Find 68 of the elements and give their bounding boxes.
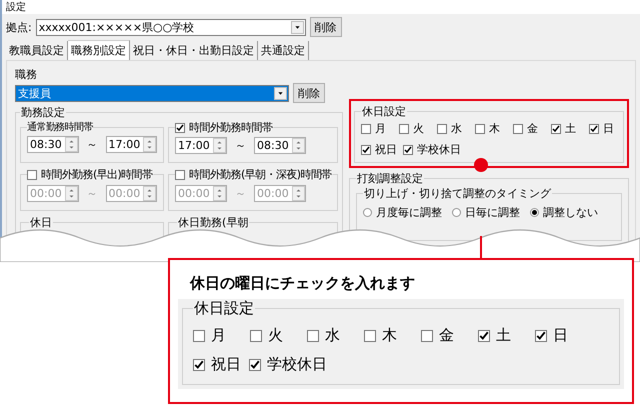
group-title: 休日 xyxy=(30,216,52,228)
spinner-icon[interactable] xyxy=(64,137,78,152)
day-checkbox[interactable]: 月 xyxy=(361,121,386,136)
caret-icon xyxy=(290,20,304,34)
delete-button[interactable]: 削除 xyxy=(293,83,325,103)
radio-button[interactable]: 月度毎に調整 xyxy=(363,205,442,220)
tab[interactable]: 職務別設定 xyxy=(68,40,130,60)
radio-dot-icon xyxy=(532,210,537,215)
time-field[interactable]: 17:00 xyxy=(106,136,157,153)
window-title: 設定 xyxy=(6,0,26,14)
spinner-icon[interactable] xyxy=(292,186,305,200)
tab[interactable]: 共通設定 xyxy=(258,41,309,60)
group-title: 切り上げ・切り捨て調整のタイミング xyxy=(364,187,551,200)
group-title: 勤務設定 xyxy=(21,106,65,119)
dropdown-field[interactable]: 支援員 xyxy=(15,84,289,102)
check-icon xyxy=(590,124,598,132)
field-label: 職務 xyxy=(15,67,38,82)
day-checkbox[interactable]: 火 xyxy=(399,121,424,136)
overtime-checkbox[interactable]: 時間外勤務時間帯 xyxy=(175,120,272,135)
check-icon xyxy=(404,146,412,154)
tab[interactable]: 教職員設定 xyxy=(6,41,68,60)
group-title: 休日勤務(早朝 xyxy=(178,216,248,228)
tab[interactable]: 祝日・休日・出勤日設定 xyxy=(130,41,258,60)
spinner-icon[interactable] xyxy=(143,186,156,200)
radio-button[interactable]: 日毎に調整 xyxy=(452,205,520,220)
day-checkbox[interactable]: 金 xyxy=(421,326,454,345)
group-title: 休日設定 xyxy=(194,299,254,317)
radio-button[interactable]: 調整しない xyxy=(530,205,598,220)
holiday-checkbox[interactable]: 祝日 xyxy=(361,142,397,157)
holiday-checkbox[interactable]: 学校休日 xyxy=(249,355,327,374)
range-separator: ～ xyxy=(86,186,98,200)
group-title: 休日設定 xyxy=(362,105,406,118)
check-icon xyxy=(250,360,260,370)
range-separator: ～ xyxy=(235,186,246,200)
time-field[interactable]: 17:00 xyxy=(175,137,227,154)
group-title: 打刻調整設定 xyxy=(357,172,423,185)
time-field[interactable]: 08:30 xyxy=(27,136,78,153)
day-checkbox[interactable]: 土 xyxy=(551,121,576,136)
check-icon xyxy=(362,146,370,154)
dropdown-field[interactable]: xxxxx001:×××××県○○学校 xyxy=(36,18,306,36)
spinner-icon[interactable] xyxy=(143,137,156,152)
check-icon xyxy=(194,360,204,370)
day-checkbox[interactable]: 日 xyxy=(535,326,568,345)
field-label: 拠点: xyxy=(6,20,32,34)
holiday-checkbox[interactable]: 祝日 xyxy=(193,355,241,374)
day-checkbox[interactable]: 土 xyxy=(478,326,511,345)
day-checkbox[interactable]: 月 xyxy=(193,326,226,345)
day-checkbox[interactable]: 火 xyxy=(250,326,283,345)
delete-button[interactable]: 削除 xyxy=(310,17,342,37)
range-separator: ～ xyxy=(86,137,98,152)
range-separator: ～ xyxy=(235,138,246,153)
group-title: 通常勤務時間帯 xyxy=(27,122,93,133)
check-icon xyxy=(479,330,489,340)
day-checkbox[interactable]: 日 xyxy=(589,121,614,136)
check-icon xyxy=(536,330,546,340)
day-checkbox[interactable]: 金 xyxy=(513,121,538,136)
holiday-checkbox[interactable]: 学校休日 xyxy=(403,142,461,157)
day-checkbox[interactable]: 水 xyxy=(437,121,462,136)
day-checkbox[interactable]: 木 xyxy=(364,326,397,345)
spinner-icon[interactable] xyxy=(213,138,226,153)
time-field[interactable]: 08:30 xyxy=(254,137,306,154)
check-icon xyxy=(552,124,560,132)
spinner-icon[interactable] xyxy=(292,138,305,153)
check-icon xyxy=(176,124,184,132)
day-checkbox[interactable]: 木 xyxy=(475,121,500,136)
callout-text: 休日の曜日にチェックを入れます xyxy=(188,274,416,293)
day-checkbox[interactable]: 水 xyxy=(307,326,340,345)
caret-icon xyxy=(274,86,287,100)
